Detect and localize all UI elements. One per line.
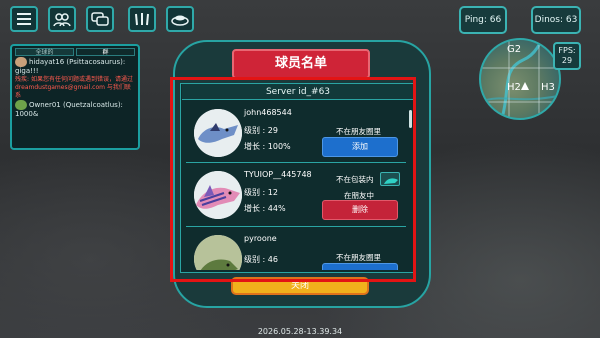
friend-status: 不在朋友圈里: [336, 253, 381, 262]
chat-user: Owner01 (Quetzalcoatlus):: [29, 101, 123, 109]
system-text: 如果您有任何问题或遇到错误，请通过 dreamdustgames@gmail.c…: [15, 76, 133, 99]
player-marker-icon: [521, 82, 529, 90]
chat-message: Owner01 (Quetzalcoatlus):: [15, 100, 135, 110]
minimap-grid: G2 H2 H3: [481, 40, 559, 118]
player-name: pyroone: [244, 234, 277, 243]
avatar: [194, 171, 242, 219]
player-row: TYUIOP__445748 级别 : 12 增长 : 44% 不在包装内 在朋…: [186, 166, 408, 224]
friends-button[interactable]: [48, 6, 76, 32]
dialog-title: 球员名单: [232, 49, 370, 79]
player-level: 级别 : 12: [244, 188, 278, 197]
avatar: [15, 57, 27, 67]
map-label: H2: [507, 82, 521, 93]
scrollbar[interactable]: [409, 110, 412, 128]
chat-tabs: 全球的 群: [15, 48, 135, 56]
nest-button[interactable]: [166, 6, 194, 32]
player-growth: 增长 : 100%: [244, 142, 291, 151]
player-name: john468544: [244, 108, 292, 117]
server-id: Server id_#63: [182, 84, 414, 100]
dinos-count: Dinos: 63: [531, 6, 581, 34]
player-level: 级别 : 29: [244, 126, 278, 135]
dinosaur-icon: [194, 171, 242, 219]
nest-icon: [171, 15, 189, 26]
player-row: pyroone 级别 : 46 不在朋友圈里: [186, 230, 408, 270]
avatar: [194, 235, 242, 270]
people-icon: [53, 13, 71, 27]
dino-badge-icon: [380, 172, 400, 186]
avatar: [15, 100, 27, 110]
close-button[interactable]: 关闭: [231, 277, 369, 295]
dinosaur-icon: [194, 109, 242, 157]
friend-status: 不在朋友圈里: [336, 127, 381, 136]
map-label: H3: [541, 82, 555, 93]
player-level: 级别 : 46: [244, 255, 278, 264]
ping-indicator: Ping: 66: [459, 6, 507, 34]
fps-indicator: FPS: 29: [553, 42, 581, 70]
minimap[interactable]: G2 H2 H3: [479, 38, 561, 120]
divider: [186, 226, 406, 227]
pack-status: 不在包装内: [336, 175, 374, 184]
dinosaur-icon: [194, 235, 242, 270]
player-name: TYUIOP__445748: [244, 170, 312, 179]
player-growth: 增长 : 44%: [244, 204, 286, 213]
chat-text: giga!!!: [15, 67, 39, 75]
tab-group[interactable]: 群: [76, 48, 135, 56]
system-message: 残疾: 如果您有任何问题或遇到错误，请通过 dreamdustgames@gma…: [15, 76, 135, 100]
system-label: 残疾:: [15, 76, 30, 83]
fps-value: 29: [561, 56, 573, 65]
chat-user: hidayat16 (Psittacosaurus):: [29, 58, 126, 66]
chat-button[interactable]: [86, 6, 114, 32]
add-friend-button[interactable]: [322, 263, 398, 270]
chat-message: hidayat16 (Psittacosaurus):: [15, 57, 135, 67]
tab-global[interactable]: 全球的: [15, 48, 74, 56]
chat-panel[interactable]: 全球的 群 hidayat16 (Psittacosaurus): giga!!…: [10, 44, 140, 150]
map-label: G2: [507, 44, 521, 55]
chat-bubbles-icon: [91, 12, 109, 26]
hamburger-icon: [17, 13, 31, 25]
avatar: [194, 109, 242, 157]
fps-label: FPS:: [558, 46, 576, 55]
menu-button[interactable]: [10, 6, 38, 32]
divider: [186, 162, 406, 163]
add-friend-button[interactable]: 添加: [322, 137, 398, 157]
remove-friend-button[interactable]: 删除: [322, 200, 398, 220]
dino-button[interactable]: [128, 6, 156, 32]
player-row: john468544 级别 : 29 增长 : 100% 不在朋友圈里 添加: [186, 104, 408, 162]
timestamp: 2026.05.28-13.39.34: [257, 327, 343, 336]
chat-text: 1000&: [15, 110, 39, 118]
claw-icon: [135, 13, 149, 26]
